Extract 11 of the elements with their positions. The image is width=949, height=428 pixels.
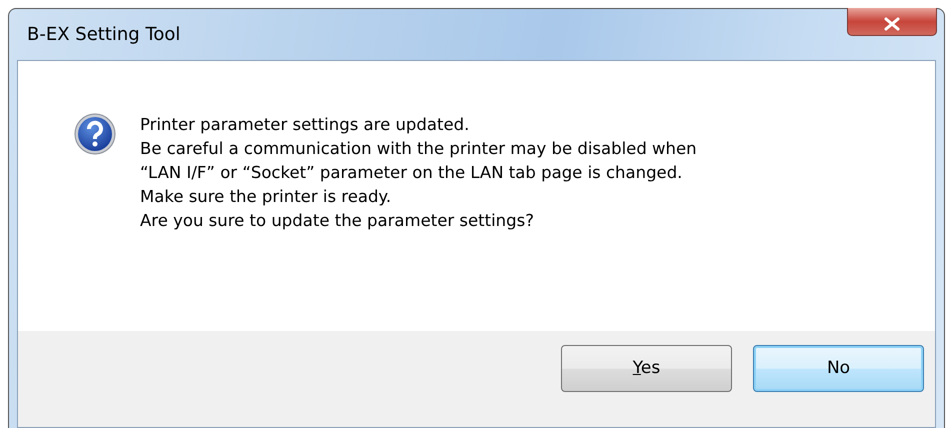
message-line: Printer parameter settings are updated. — [140, 114, 470, 136]
message-line: Are you sure to update the parameter settings? — [140, 210, 535, 232]
window-title: B-EX Setting Tool — [27, 23, 180, 47]
message-line: Be careful a communication with the printer may be disabled when — [140, 138, 697, 160]
question-icon — [74, 113, 116, 155]
no-button[interactable]: No — [753, 345, 924, 392]
yes-button[interactable]: Yes — [561, 345, 732, 392]
close-icon — [883, 17, 901, 31]
message-line: Make sure the printer is ready. — [140, 186, 392, 208]
message-line: “LAN I/F” or “Socket” parameter on the LAN tab page is changed. — [140, 162, 684, 184]
close-button[interactable] — [847, 8, 937, 36]
